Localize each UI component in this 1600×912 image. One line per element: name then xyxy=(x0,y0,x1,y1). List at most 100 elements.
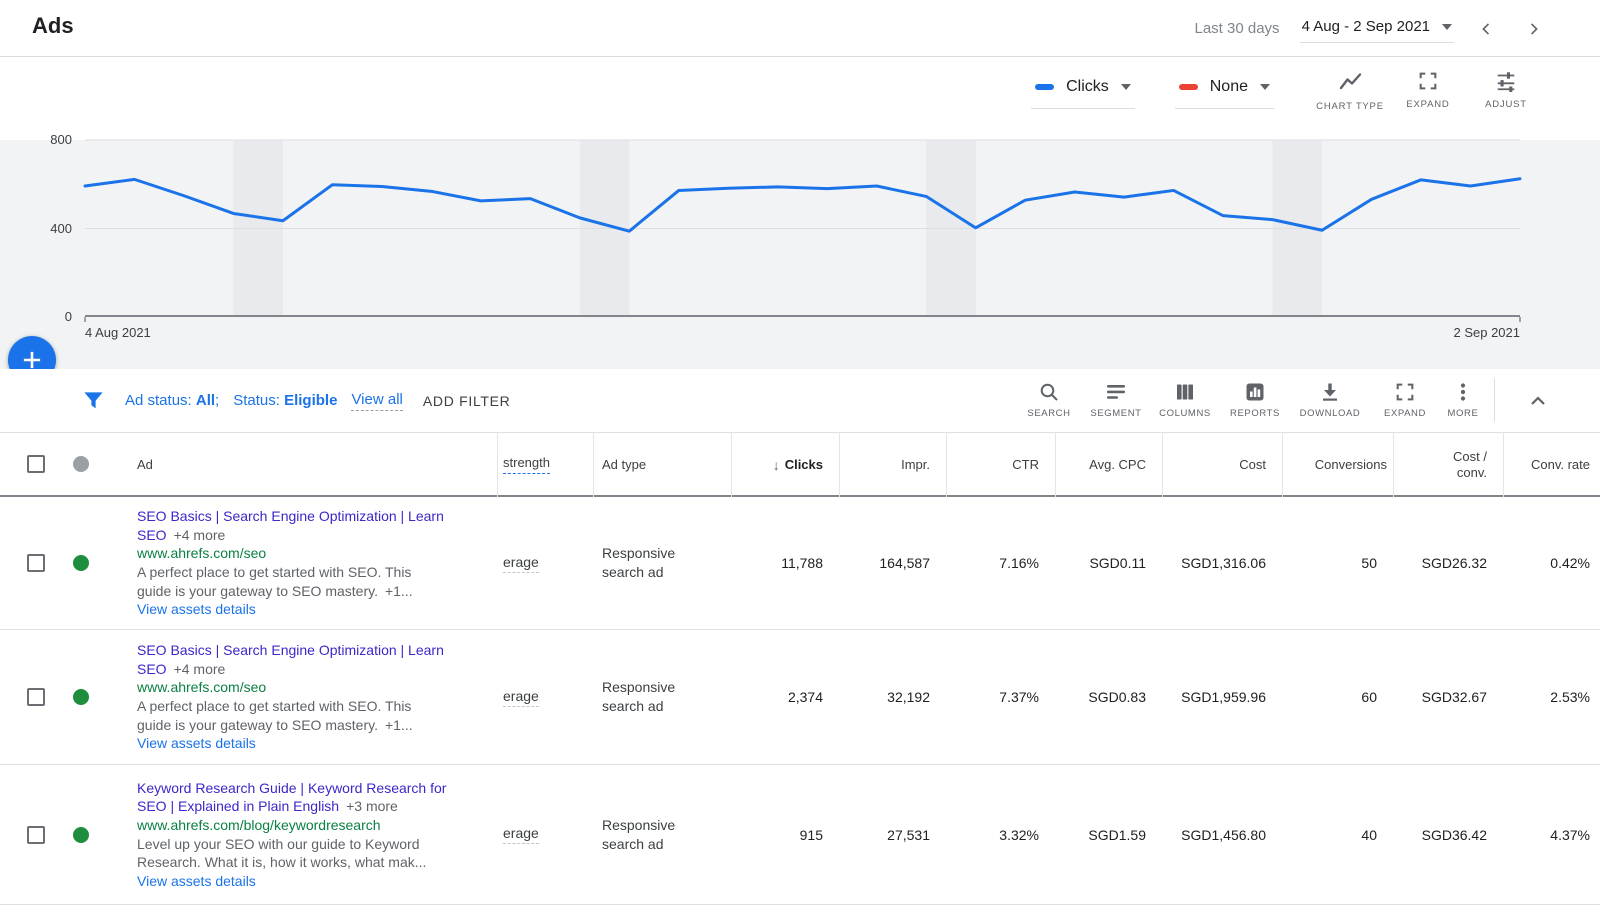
cost-per-conv-value: SGD32.67 xyxy=(1421,689,1487,705)
ctr-value: 7.16% xyxy=(999,555,1039,571)
columns-button[interactable]: COLUMNS xyxy=(1148,377,1222,419)
adjust-sliders-icon xyxy=(1497,72,1515,92)
y-axis-tick-400: 400 xyxy=(50,221,72,236)
view-assets-details-link[interactable]: View assets details xyxy=(137,600,449,619)
add-filter-button[interactable]: ADD FILTER xyxy=(423,393,511,409)
column-header-impressions[interactable]: Impr. xyxy=(839,433,946,496)
chevron-down-icon xyxy=(1260,84,1270,90)
ctr-value: 3.32% xyxy=(999,826,1039,843)
select-all-checkbox[interactable] xyxy=(27,455,45,473)
collapse-chart-button[interactable] xyxy=(1524,389,1552,413)
series1-color-dash xyxy=(1035,84,1055,90)
date-range-value: 4 Aug - 2 Sep 2021 xyxy=(1301,18,1430,35)
search-icon xyxy=(1040,383,1058,401)
ad-creative-cell[interactable]: SEO Basics | Search Engine Optimization … xyxy=(137,630,449,764)
ad-creative-cell[interactable]: SEO Basics | Search Engine Optimization … xyxy=(137,497,449,629)
conversions-value: 50 xyxy=(1361,555,1377,571)
column-header-cost-per-conv[interactable]: Cost / conv. xyxy=(1393,433,1503,496)
cost-value: SGD1,316.06 xyxy=(1181,555,1266,571)
ad-description: Level up your SEO with our guide to Keyw… xyxy=(137,835,427,871)
ad-strength-value-clipped[interactable]: erage xyxy=(503,765,539,904)
view-assets-details-link[interactable]: View assets details xyxy=(137,872,449,891)
status-enabled-dot[interactable] xyxy=(73,497,89,629)
ad-type-cell: Responsive search ad xyxy=(602,816,676,852)
view-all-filters-link[interactable]: View all xyxy=(351,391,403,411)
table-row[interactable]: Keyword Research Guide | Keyword Researc… xyxy=(0,765,1600,905)
table-expand-button[interactable]: EXPAND xyxy=(1372,377,1438,419)
top-bar: Ads Last 30 days 4 Aug - 2 Sep 2021 xyxy=(0,0,1600,57)
segment-button[interactable]: SEGMENT xyxy=(1084,377,1148,419)
column-header-ad-strength[interactable]: strength xyxy=(503,433,550,496)
impressions-value: 27,531 xyxy=(887,826,930,843)
chart-adjust-label: ADJUST xyxy=(1485,99,1527,110)
conversions-value: 60 xyxy=(1361,689,1377,705)
ad-description: A perfect place to get started with SEO.… xyxy=(137,564,412,599)
series2-metric-select[interactable]: None xyxy=(1174,72,1274,109)
status-enabled-dot[interactable] xyxy=(73,765,89,904)
avg-cpc-value: SGD1.59 xyxy=(1088,826,1146,843)
column-header-ad-type[interactable]: Ad type xyxy=(602,433,646,496)
cost-value: SGD1,456.80 xyxy=(1181,826,1266,843)
performance-chart: 800 400 0 4 Aug 2021 2 Sep 2021 xyxy=(0,132,1600,369)
x-axis-last-label: 2 Sep 2021 xyxy=(1453,325,1520,340)
chart-controls: Clicks None CHART TYPE EXPAND ADJUST xyxy=(1031,68,1538,112)
date-range-selector[interactable]: 4 Aug - 2 Sep 2021 xyxy=(1299,14,1454,43)
series1-metric-label: Clicks xyxy=(1066,78,1109,95)
row-checkbox[interactable] xyxy=(27,630,45,764)
chart-expand-button[interactable]: EXPAND xyxy=(1396,68,1460,112)
avg-cpc-value: SGD0.11 xyxy=(1089,555,1146,571)
row-checkbox[interactable] xyxy=(27,765,45,904)
reports-button[interactable]: REPORTS xyxy=(1222,377,1288,419)
ad-headline: Keyword Research Guide | Keyword Researc… xyxy=(137,779,447,815)
filter-bar: Ad status: All; Status: Eligible View al… xyxy=(0,369,1600,432)
ad-creative-cell[interactable]: Keyword Research Guide | Keyword Researc… xyxy=(137,765,449,904)
chart-type-button[interactable]: CHART TYPE xyxy=(1316,68,1384,112)
row-checkbox[interactable] xyxy=(27,497,45,629)
ad-display-url: www.ahrefs.com/seo xyxy=(137,679,267,696)
x-axis-first-label: 4 Aug 2021 xyxy=(85,325,151,340)
clicks-line-chart[interactable] xyxy=(83,139,1522,322)
expand-icon xyxy=(1396,383,1414,401)
column-header-clicks[interactable]: ↓ Clicks xyxy=(731,433,839,496)
download-button[interactable]: DOWNLOAD xyxy=(1288,377,1372,419)
ad-type-cell: Responsive search ad xyxy=(602,679,676,714)
reports-icon xyxy=(1246,383,1264,401)
chevron-up-icon xyxy=(1531,396,1545,405)
series1-metric-select[interactable]: Clicks xyxy=(1031,72,1135,109)
chevron-down-icon xyxy=(1120,84,1131,90)
date-range-cluster: Last 30 days 4 Aug - 2 Sep 2021 xyxy=(1195,0,1547,57)
ad-type-cell: Responsive search ad xyxy=(602,545,676,580)
search-button[interactable]: SEARCH xyxy=(1014,377,1084,419)
column-header-cost[interactable]: Cost xyxy=(1162,433,1282,496)
headline-more-count: +4 more xyxy=(173,526,226,543)
status-enabled-dot[interactable] xyxy=(73,630,89,764)
more-button[interactable]: MORE xyxy=(1438,377,1488,419)
google-ads-ads-page: Ads Last 30 days 4 Aug - 2 Sep 2021 Clic… xyxy=(0,0,1600,912)
ad-strength-value-clipped[interactable]: erage xyxy=(503,630,539,764)
filter-funnel-icon xyxy=(84,392,103,409)
table-row[interactable]: SEO Basics | Search Engine Optimization … xyxy=(0,630,1600,765)
cost-value: SGD1,959.96 xyxy=(1181,689,1266,705)
view-assets-details-link[interactable]: View assets details xyxy=(137,734,449,753)
next-period-button[interactable] xyxy=(1520,16,1546,42)
ad-strength-value-clipped[interactable]: erage xyxy=(503,497,539,629)
conversions-value: 40 xyxy=(1361,826,1377,843)
series2-metric-label: None xyxy=(1209,78,1248,95)
column-header-ad[interactable]: Ad xyxy=(137,433,153,496)
chart-adjust-button[interactable]: ADJUST xyxy=(1474,68,1538,112)
filter-chip-status[interactable]: Status: Eligible xyxy=(233,392,337,409)
avg-cpc-value: SGD0.83 xyxy=(1088,689,1146,705)
column-header-conv-rate[interactable]: Conv. rate xyxy=(1503,433,1600,496)
filter-chip-ad-status[interactable]: Ad status: All; xyxy=(125,392,219,409)
ctr-value: 7.37% xyxy=(999,689,1039,705)
table-row[interactable]: SEO Basics | Search Engine Optimization … xyxy=(0,497,1600,630)
chevron-right-icon xyxy=(1530,22,1538,35)
column-header-conversions[interactable]: Conversions xyxy=(1282,433,1393,496)
column-header-avg-cpc[interactable]: Avg. CPC xyxy=(1055,433,1162,496)
cost-per-conv-value: SGD26.32 xyxy=(1421,555,1487,571)
sort-descending-icon: ↓ xyxy=(772,456,780,473)
segment-icon xyxy=(1107,385,1125,399)
previous-period-button[interactable] xyxy=(1474,16,1500,42)
column-header-ctr[interactable]: CTR xyxy=(946,433,1055,496)
chart-type-label: CHART TYPE xyxy=(1316,101,1384,112)
